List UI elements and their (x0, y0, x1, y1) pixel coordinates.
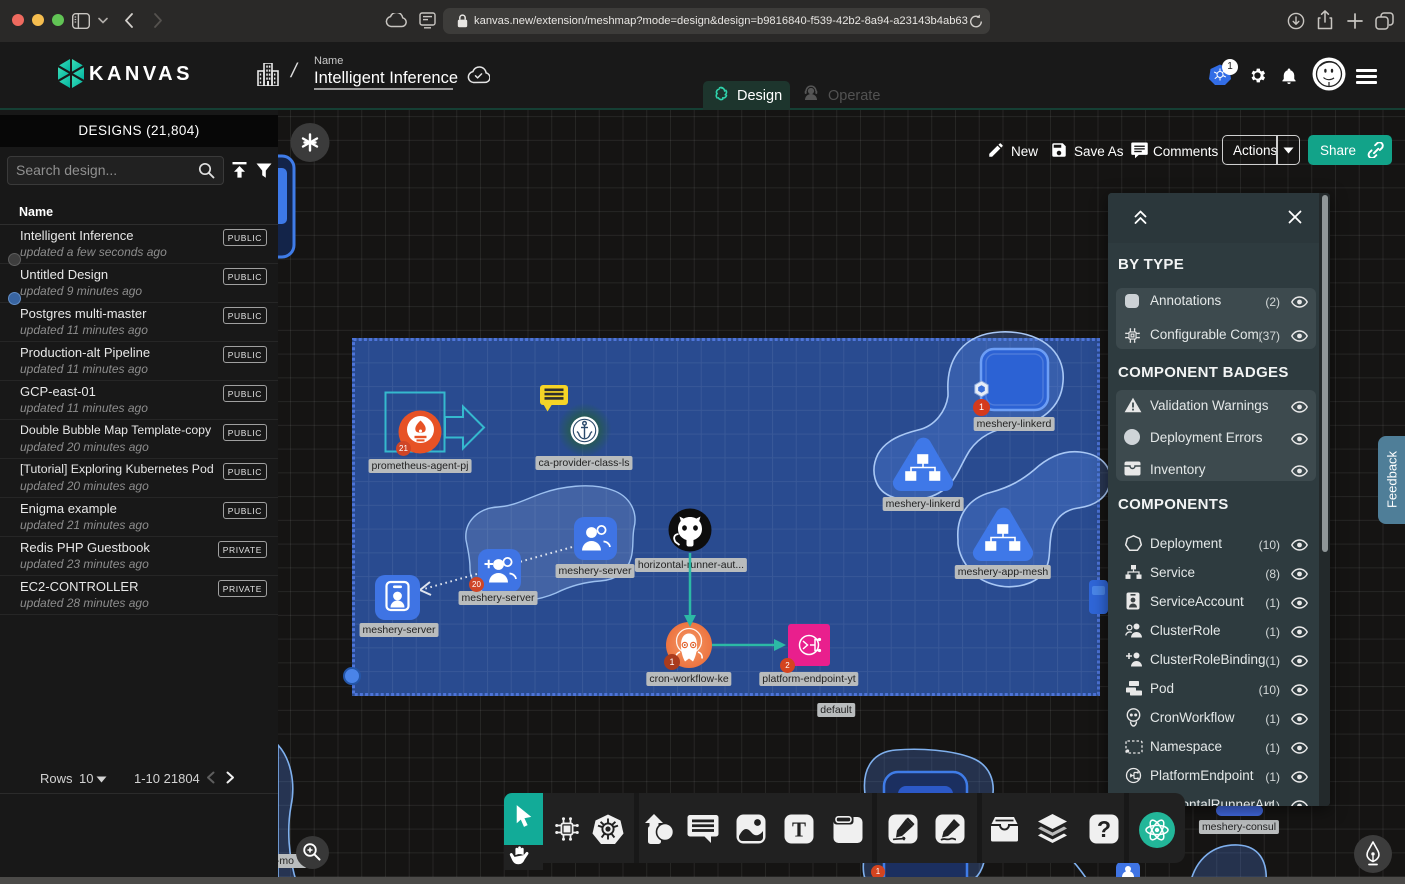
svg-text:T: T (792, 818, 806, 842)
svg-text:?: ? (1097, 816, 1111, 842)
